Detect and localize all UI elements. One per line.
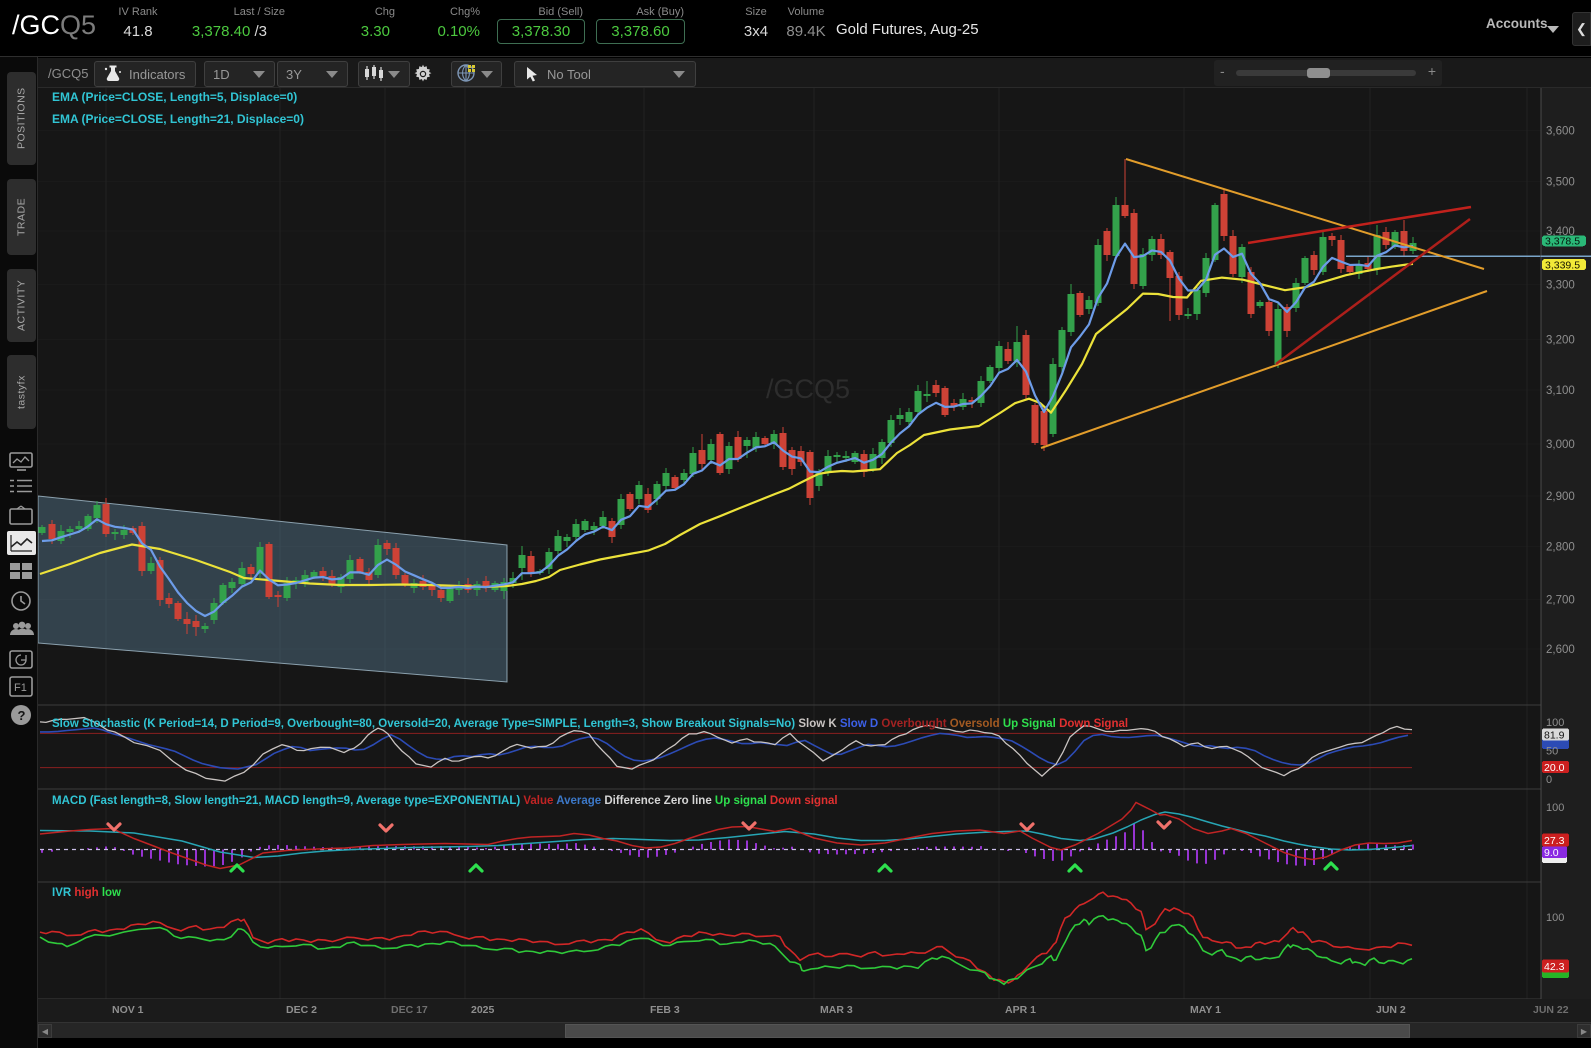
svg-text:27.3: 27.3 [1544, 835, 1565, 847]
svg-text:/GCQ5: /GCQ5 [766, 374, 850, 404]
svg-text:3,100: 3,100 [1546, 385, 1575, 397]
svg-text:100: 100 [1546, 717, 1564, 729]
svg-text:?: ? [18, 708, 26, 723]
svg-text:3,200: 3,200 [1546, 335, 1575, 347]
svg-text:EMA (Price=CLOSE, Length=21, D: EMA (Price=CLOSE, Length=21, Displace=0) [52, 112, 304, 126]
svg-text:20.0: 20.0 [1544, 762, 1565, 774]
svg-text:Slow Stochastic (K Period=14,: Slow Stochastic (K Period=14, D Period=9… [52, 718, 1128, 730]
svg-text:MACD (Fast length=8, Slow leng: MACD (Fast length=8, Slow length=21, MAC… [52, 795, 838, 807]
svg-text:100: 100 [1546, 912, 1564, 924]
svg-text:2,900: 2,900 [1546, 491, 1575, 503]
svg-text:3,600: 3,600 [1546, 126, 1575, 138]
svg-text:3,378.5: 3,378.5 [1545, 236, 1580, 248]
svg-text:100: 100 [1546, 802, 1564, 814]
svg-text:9.0: 9.0 [1544, 847, 1559, 859]
svg-text:50: 50 [1546, 746, 1558, 758]
svg-text:2,800: 2,800 [1546, 542, 1575, 554]
svg-text:EMA (Price=CLOSE, Length=5, Di: EMA (Price=CLOSE, Length=5, Displace=0) [52, 90, 297, 104]
svg-text:3,000: 3,000 [1546, 439, 1575, 451]
svg-text:2,700: 2,700 [1546, 595, 1575, 607]
svg-text:3,300: 3,300 [1546, 279, 1575, 291]
svg-text:0: 0 [1546, 774, 1552, 786]
svg-text:F1: F1 [14, 682, 27, 694]
svg-text:81.9: 81.9 [1544, 730, 1565, 742]
svg-text:3,500: 3,500 [1546, 177, 1575, 189]
svg-text:42.3: 42.3 [1544, 961, 1565, 973]
svg-text:3,339.5: 3,339.5 [1545, 259, 1580, 271]
svg-text:2,600: 2,600 [1546, 644, 1575, 656]
svg-text:IVR high low: IVR high low [52, 887, 121, 899]
